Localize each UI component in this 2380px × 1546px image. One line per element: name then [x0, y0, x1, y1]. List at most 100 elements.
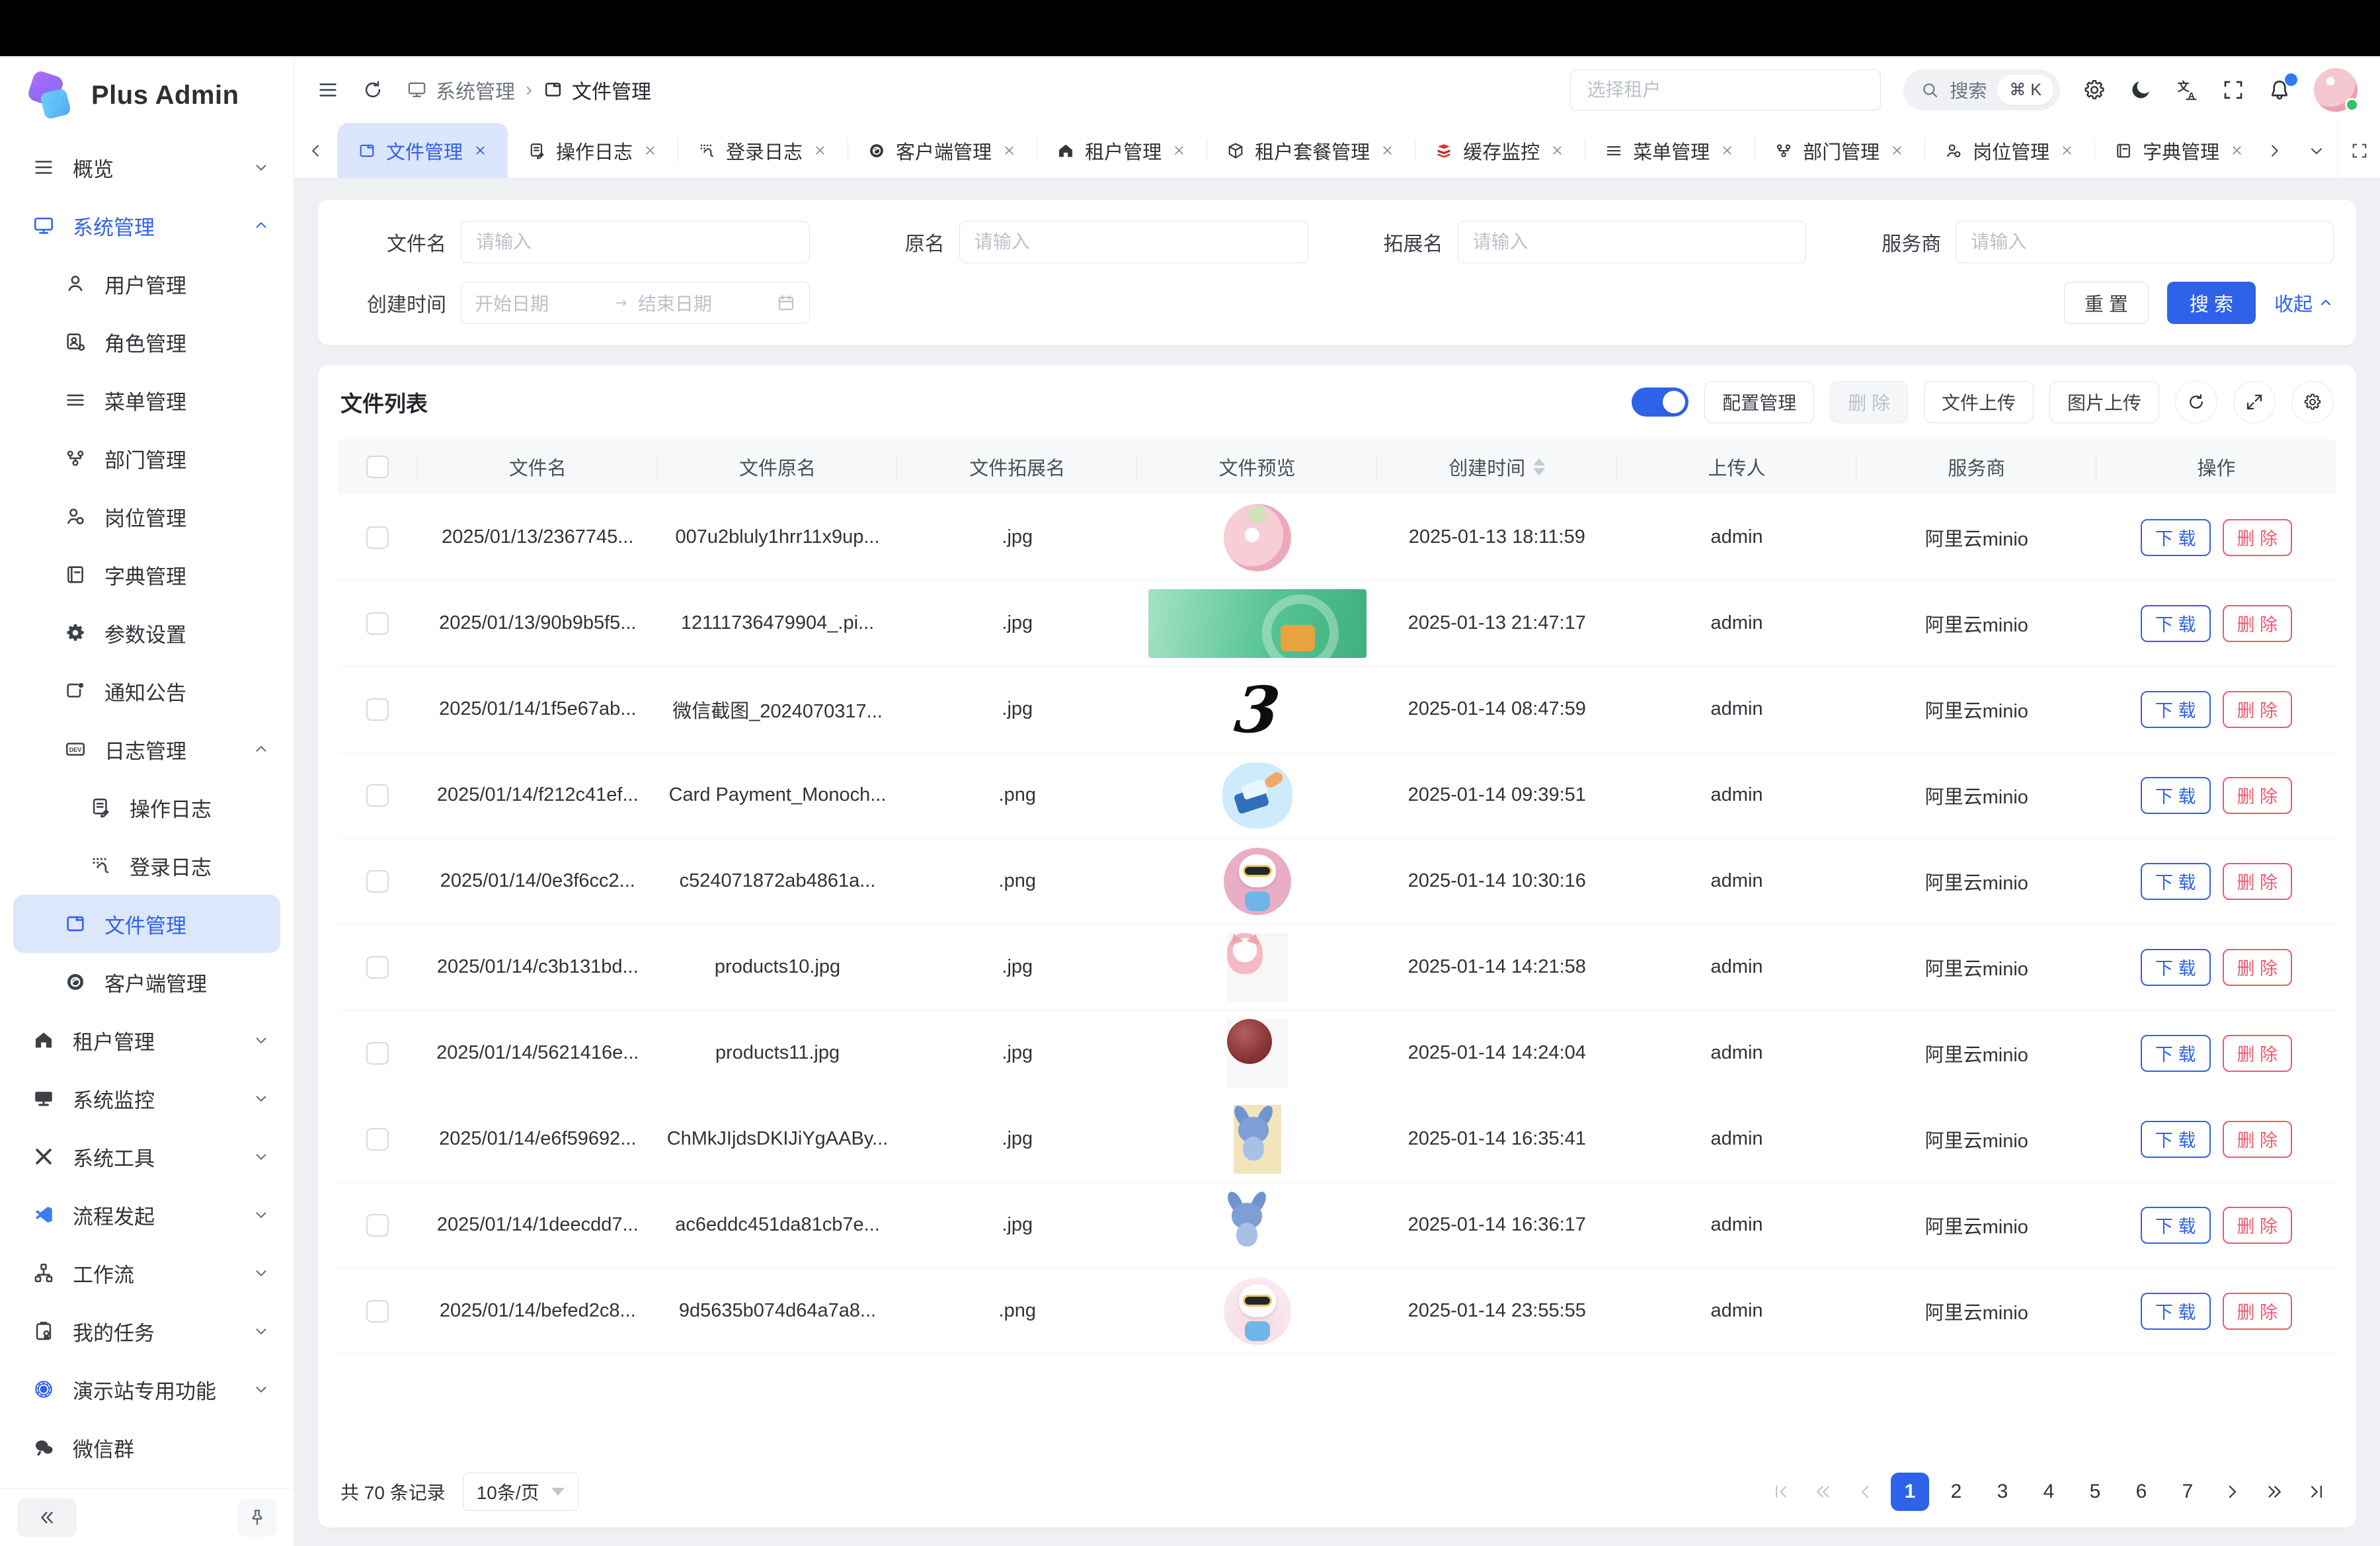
settings-button[interactable]	[2082, 78, 2106, 102]
row-checkbox[interactable]	[366, 1128, 389, 1151]
content-fullscreen-button[interactable]	[2338, 123, 2380, 178]
language-button[interactable]: 文A	[2175, 78, 2199, 102]
delete-button[interactable]: 删 除	[2223, 1207, 2293, 1244]
delete-button[interactable]: 删 除	[2223, 691, 2293, 728]
sidebar-item-系统监控[interactable]: 系统监控	[0, 1069, 294, 1127]
sidebar-item-客户端管理[interactable]: 客户端管理	[0, 953, 294, 1011]
pagination-next-button[interactable]	[2215, 1475, 2249, 1509]
sidebar-item-概览[interactable]: 概览	[0, 138, 294, 196]
pagination-first-button[interactable]	[1764, 1475, 1798, 1509]
close-icon[interactable]	[1380, 143, 1395, 158]
tab-字典管理[interactable]: 字典管理	[2094, 123, 2253, 178]
page-number-2[interactable]: 2	[1937, 1473, 1975, 1511]
tabs-menu-button[interactable]	[2295, 123, 2338, 178]
pagination-prev-button[interactable]	[1848, 1475, 1883, 1509]
row-checkbox[interactable]	[366, 698, 389, 721]
row-checkbox[interactable]	[366, 784, 389, 807]
sidebar-item-操作日志[interactable]: 操作日志	[0, 778, 294, 836]
row-checkbox[interactable]	[366, 1042, 389, 1065]
page-number-3[interactable]: 3	[1983, 1473, 2022, 1511]
breadcrumb-current[interactable]: 文件管理	[543, 75, 651, 104]
delete-button[interactable]: 删 除	[2223, 777, 2293, 814]
tenant-select-input[interactable]	[1570, 69, 1881, 110]
file-preview-image[interactable]: 3	[1227, 675, 1288, 744]
sidebar-item-岗位管理[interactable]: 岗位管理	[0, 487, 294, 546]
sidebar-item-我的任务[interactable]: 我的任务	[0, 1302, 294, 1360]
date-range-picker[interactable]: 开始日期 结束日期	[461, 282, 810, 324]
close-icon[interactable]	[1171, 143, 1187, 158]
download-button[interactable]: 下 载	[2141, 1207, 2211, 1244]
ext-input[interactable]	[1458, 221, 1807, 263]
page-number-6[interactable]: 6	[2122, 1473, 2161, 1511]
close-icon[interactable]	[643, 143, 658, 158]
file-preview-image[interactable]	[1224, 848, 1291, 915]
sidebar-item-日志管理[interactable]: DEV日志管理	[0, 720, 294, 778]
sidebar-item-工作流[interactable]: 工作流	[0, 1244, 294, 1302]
sidebar-item-参数设置[interactable]: 参数设置	[0, 604, 294, 662]
file-name-input[interactable]	[461, 221, 810, 263]
delete-button[interactable]: 删 除	[2223, 863, 2293, 900]
download-button[interactable]: 下 载	[2141, 1121, 2211, 1158]
sort-carets-icon[interactable]	[1533, 458, 1545, 475]
delete-button[interactable]: 删 除	[2223, 605, 2293, 642]
close-icon[interactable]	[1550, 143, 1565, 158]
file-upload-button[interactable]: 文件上传	[1924, 381, 2034, 423]
sidebar-item-微信群[interactable]: 微信群	[0, 1418, 294, 1477]
file-preview-image[interactable]	[1224, 1278, 1291, 1345]
page-number-7[interactable]: 7	[2168, 1473, 2207, 1511]
download-button[interactable]: 下 载	[2141, 863, 2211, 900]
row-checkbox[interactable]	[366, 1214, 389, 1237]
sidebar-item-部门管理[interactable]: 部门管理	[0, 429, 294, 487]
tabs-scroll-left-button[interactable]	[294, 123, 338, 178]
sidebar-item-文件管理[interactable]: 文件管理	[13, 895, 280, 953]
download-button[interactable]: 下 载	[2141, 691, 2211, 728]
original-name-input[interactable]	[959, 221, 1308, 263]
download-button[interactable]: 下 载	[2141, 519, 2211, 556]
download-button[interactable]: 下 载	[2141, 605, 2211, 642]
pagination-back5-button[interactable]	[1806, 1475, 1841, 1509]
sidebar-item-字典管理[interactable]: 字典管理	[0, 546, 294, 604]
row-checkbox[interactable]	[366, 870, 389, 893]
file-preview-image[interactable]	[1222, 762, 1292, 829]
menu-toggle-button[interactable]	[317, 79, 339, 101]
config-manage-button[interactable]: 配置管理	[1704, 381, 1814, 423]
tab-操作日志[interactable]: 操作日志	[508, 123, 678, 178]
sidebar-item-租户管理[interactable]: 租户管理	[0, 1011, 294, 1069]
file-preview-image[interactable]	[1234, 1105, 1281, 1174]
download-button[interactable]: 下 载	[2141, 777, 2211, 814]
sidebar-item-角色管理[interactable]: 角色管理	[0, 313, 294, 371]
tab-岗位管理[interactable]: 岗位管理	[1924, 123, 2094, 178]
close-icon[interactable]	[2229, 143, 2244, 158]
sidebar-collapse-button[interactable]	[17, 1498, 77, 1537]
collapse-filter-link[interactable]: 收起	[2274, 289, 2334, 317]
tab-租户套餐管理[interactable]: 租户套餐管理	[1207, 123, 1415, 178]
close-icon[interactable]	[473, 143, 488, 158]
fullscreen-button[interactable]	[2221, 78, 2245, 102]
table-expand-button[interactable]	[2233, 381, 2276, 423]
delete-button[interactable]: 删 除	[2223, 1121, 2293, 1158]
file-preview-image[interactable]	[1224, 504, 1291, 571]
tabs-scroll-right-button[interactable]	[2253, 123, 2295, 178]
sidebar-item-系统工具[interactable]: 系统工具	[0, 1127, 294, 1186]
pagination-last-button[interactable]	[2299, 1475, 2334, 1509]
close-icon[interactable]	[2059, 143, 2075, 158]
pagination-fwd5-button[interactable]	[2257, 1475, 2291, 1509]
row-checkbox[interactable]	[366, 956, 389, 979]
reset-button[interactable]: 重 置	[2064, 282, 2149, 324]
file-preview-image[interactable]	[1227, 933, 1288, 1002]
tab-租户管理[interactable]: 租户管理	[1037, 123, 1207, 178]
page-size-select[interactable]: 10条/页	[463, 1473, 578, 1511]
file-preview-image[interactable]	[1227, 1019, 1288, 1088]
global-search-button[interactable]: 搜索 ⌘ K	[1903, 69, 2060, 110]
page-number-5[interactable]: 5	[2076, 1473, 2114, 1511]
sidebar-item-流程发起[interactable]: 流程发起	[0, 1186, 294, 1244]
tab-客户端管理[interactable]: 客户端管理	[848, 123, 1037, 178]
user-avatar[interactable]	[2314, 68, 2358, 112]
refresh-page-button[interactable]	[362, 79, 384, 101]
image-upload-button[interactable]: 图片上传	[2049, 381, 2159, 423]
tab-部门管理[interactable]: 部门管理	[1755, 123, 1924, 178]
close-icon[interactable]	[1889, 143, 1905, 158]
sidebar-pin-button[interactable]	[238, 1498, 276, 1537]
download-button[interactable]: 下 载	[2141, 1293, 2211, 1330]
close-icon[interactable]	[813, 143, 828, 158]
